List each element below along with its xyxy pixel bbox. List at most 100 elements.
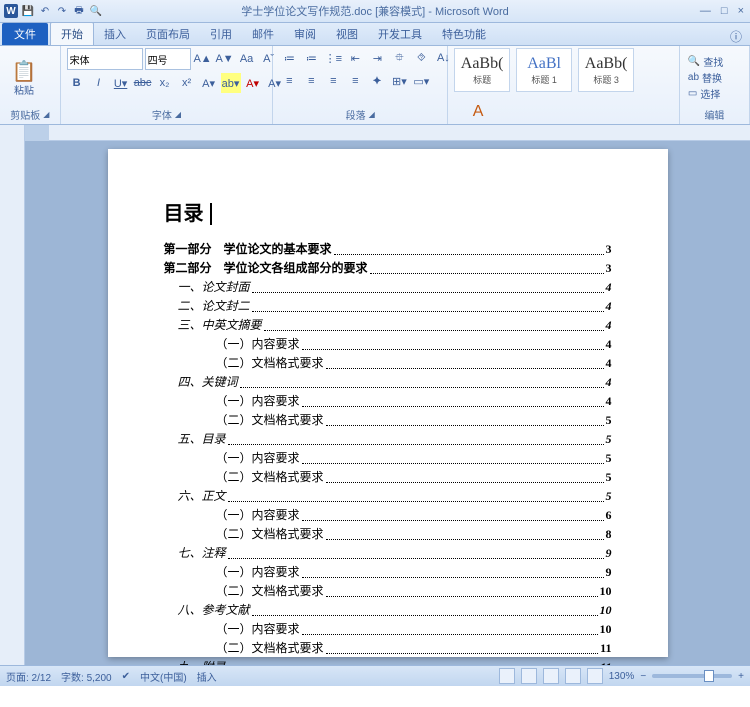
tab-developer[interactable]: 开发工具	[368, 23, 432, 45]
toc-entry[interactable]: （一）内容要求10	[164, 620, 612, 639]
zoom-thumb[interactable]	[704, 670, 714, 682]
style-sample-heading[interactable]: AaBb(标题	[454, 48, 510, 92]
page[interactable]: 目录 第一部分 学位论文的基本要求3第二部分 学位论文各组成部分的要求3一、论文…	[108, 149, 668, 657]
toc-entry[interactable]: （一）内容要求4	[164, 392, 612, 411]
toc-entry[interactable]: 四、关键词4	[164, 373, 612, 392]
toc-entry[interactable]: （二）文档格式要求10	[164, 582, 612, 601]
view-outline-button[interactable]	[565, 668, 581, 684]
toc-entry[interactable]: （一）内容要求4	[164, 335, 612, 354]
dialog-launcher-icon[interactable]: ◢	[175, 110, 181, 119]
align-center-button[interactable]: ≡	[301, 71, 321, 91]
status-words[interactable]: 字数: 5,200	[61, 669, 112, 684]
toc-entry[interactable]: 七、注释9	[164, 544, 612, 563]
style-sample-heading3[interactable]: AaBb(标题 3	[578, 48, 634, 92]
tab-mailings[interactable]: 邮件	[242, 23, 284, 45]
ltr-button[interactable]: ⯐	[389, 48, 409, 68]
line-spacing-button[interactable]: ⯌	[367, 71, 387, 91]
maximize-button[interactable]: □	[721, 5, 728, 17]
multilevel-button[interactable]: ⋮≡	[323, 48, 343, 68]
undo-icon[interactable]: ↶	[38, 4, 52, 18]
align-left-button[interactable]: ≡	[279, 71, 299, 91]
view-fullscreen-button[interactable]	[521, 668, 537, 684]
close-button[interactable]: ×	[738, 5, 744, 17]
toc-entry[interactable]: （一）内容要求9	[164, 563, 612, 582]
borders-button[interactable]: ▭▾	[411, 71, 431, 91]
toc-entry[interactable]: 六、正文5	[164, 487, 612, 506]
view-print-layout-button[interactable]	[499, 668, 515, 684]
toc-entry[interactable]: 三、中英文摘要4	[164, 316, 612, 335]
toc-entry[interactable]: （二）文档格式要求4	[164, 354, 612, 373]
toc-entry[interactable]: 二、论文封二4	[164, 297, 612, 316]
text-effects-button[interactable]: A▾	[199, 73, 219, 93]
zoom-level[interactable]: 130%	[609, 671, 635, 682]
superscript-button[interactable]: x²	[177, 73, 197, 93]
document-canvas[interactable]: 目录 第一部分 学位论文的基本要求3第二部分 学位论文各组成部分的要求3一、论文…	[25, 141, 750, 665]
tab-references[interactable]: 引用	[200, 23, 242, 45]
align-right-button[interactable]: ≡	[323, 71, 343, 91]
toc-entry[interactable]: 第一部分 学位论文的基本要求3	[164, 240, 612, 259]
highlight-button[interactable]: ab▾	[221, 73, 241, 93]
print-icon[interactable]: 🖶	[72, 4, 86, 18]
toc-entry[interactable]: 九、附录11	[164, 658, 612, 665]
tab-view[interactable]: 视图	[326, 23, 368, 45]
zoom-in-button[interactable]: +	[738, 671, 744, 682]
tab-review[interactable]: 审阅	[284, 23, 326, 45]
dialog-launcher-icon[interactable]: ◢	[43, 110, 49, 119]
vertical-ruler[interactable]	[0, 125, 25, 665]
rtl-button[interactable]: ⯑	[411, 48, 431, 68]
subscript-button[interactable]: x₂	[155, 73, 175, 93]
align-justify-button[interactable]: ≡	[345, 71, 365, 91]
preview-icon[interactable]: 🔍	[89, 4, 103, 18]
minimize-button[interactable]: —	[700, 5, 711, 17]
shrink-font-button[interactable]: A▼	[215, 49, 235, 69]
select-button[interactable]: ▭选择	[688, 86, 723, 101]
toc-entry[interactable]: 第二部分 学位论文各组成部分的要求3	[164, 259, 612, 278]
bold-button[interactable]: B	[67, 73, 87, 93]
toc-entry[interactable]: 八、参考文献10	[164, 601, 612, 620]
save-icon[interactable]: 💾	[21, 4, 35, 18]
paste-button[interactable]: 📋 粘贴	[6, 56, 42, 100]
font-name-combo[interactable]	[67, 48, 143, 70]
toc-entry[interactable]: （一）内容要求5	[164, 449, 612, 468]
tab-layout[interactable]: 页面布局	[136, 23, 200, 45]
toc-entry[interactable]: （二）文档格式要求5	[164, 468, 612, 487]
toc-page-number: 5	[606, 487, 612, 506]
replace-button[interactable]: ab替换	[688, 70, 723, 85]
font-size-combo[interactable]	[145, 48, 191, 70]
status-page[interactable]: 页面: 2/12	[6, 669, 51, 684]
status-language[interactable]: 中文(中国)	[140, 669, 187, 684]
tab-special[interactable]: 特色功能	[432, 23, 496, 45]
grow-font-button[interactable]: A▲	[193, 49, 213, 69]
help-icon[interactable]: ⓘ	[730, 28, 742, 45]
change-case-button[interactable]: Aa	[237, 49, 257, 69]
underline-button[interactable]: U▾	[111, 73, 131, 93]
decrease-indent-button[interactable]: ⇤	[345, 48, 365, 68]
dialog-launcher-icon[interactable]: ◢	[369, 110, 375, 119]
tab-insert[interactable]: 插入	[94, 23, 136, 45]
shading-button[interactable]: ⊞▾	[389, 71, 409, 91]
strike-button[interactable]: abc	[133, 73, 153, 93]
find-button[interactable]: 🔍查找	[688, 54, 723, 69]
redo-icon[interactable]: ↷	[55, 4, 69, 18]
bullets-button[interactable]: ≔	[279, 48, 299, 68]
view-web-button[interactable]	[543, 668, 559, 684]
horizontal-ruler[interactable]	[49, 125, 750, 141]
file-tab[interactable]: 文件	[2, 23, 48, 45]
style-sample-heading1[interactable]: AaBl标题 1	[516, 48, 572, 92]
toc-entry[interactable]: （二）文档格式要求8	[164, 525, 612, 544]
view-draft-button[interactable]	[587, 668, 603, 684]
toc-entry[interactable]: （一）内容要求6	[164, 506, 612, 525]
proofing-icon[interactable]: ✔	[122, 671, 130, 682]
toc-entry[interactable]: 五、目录5	[164, 430, 612, 449]
toc-entry[interactable]: （二）文档格式要求11	[164, 639, 612, 658]
tab-home[interactable]: 开始	[50, 22, 94, 45]
toc-entry[interactable]: （二）文档格式要求5	[164, 411, 612, 430]
toc-entry[interactable]: 一、论文封面4	[164, 278, 612, 297]
italic-button[interactable]: I	[89, 73, 109, 93]
numbering-button[interactable]: ≔	[301, 48, 321, 68]
increase-indent-button[interactable]: ⇥	[367, 48, 387, 68]
zoom-slider[interactable]	[652, 674, 732, 678]
font-color-button[interactable]: A▾	[243, 73, 263, 93]
status-insert-mode[interactable]: 插入	[197, 669, 217, 684]
zoom-out-button[interactable]: −	[640, 671, 646, 682]
